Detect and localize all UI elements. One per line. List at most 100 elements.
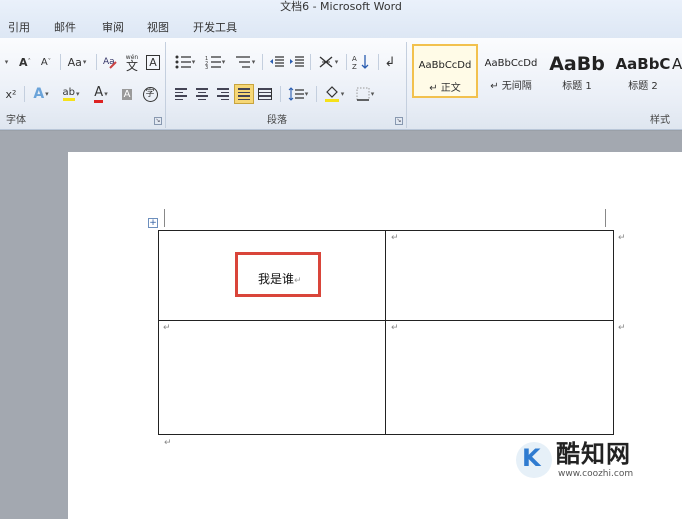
- style-name: ↵ 正文: [429, 83, 461, 94]
- watermark: K 酷知网 www.coozhi.com: [516, 440, 666, 482]
- cell-end-mark: ↵: [391, 233, 399, 243]
- increase-indent-button[interactable]: [288, 52, 306, 72]
- enclose-chars-button[interactable]: 字: [140, 84, 160, 104]
- numbering-icon: 123: [205, 56, 221, 69]
- chinese-layout-button[interactable]: ▾: [314, 52, 342, 72]
- decrease-indent-button[interactable]: [268, 52, 286, 72]
- align-right-icon: [217, 88, 229, 100]
- row-end-mark: ↵: [618, 233, 626, 243]
- font-dialog-launcher[interactable]: ↘: [154, 117, 162, 125]
- bullets-icon: [175, 55, 191, 69]
- style-sample: AaBbC: [615, 55, 671, 73]
- borders-button[interactable]: ▾: [352, 84, 378, 104]
- style-name: 标题 1: [562, 81, 592, 92]
- watermark-title: 酷知网: [556, 440, 631, 468]
- divider: [60, 54, 61, 70]
- clear-format-icon: Aa: [103, 57, 117, 69]
- phonetic-icon: 文: [125, 59, 138, 73]
- change-case-button[interactable]: Aa ▾: [64, 52, 90, 72]
- table[interactable]: 我是谁↵ ↵ ↵ ↵: [158, 230, 614, 435]
- divider: [280, 86, 281, 102]
- styles-gallery: AaBbCcDd ↵ 正文 AaBbCcDd ↵ 无间隔 AaBb 标题 1 A…: [408, 44, 682, 110]
- multilevel-list-icon: [235, 56, 250, 68]
- borders-icon: [356, 87, 370, 101]
- font-group-label: 字体: [6, 115, 26, 126]
- grow-font-button[interactable]: Aˆ: [16, 52, 34, 72]
- justify-icon: [238, 88, 250, 100]
- show-marks-button[interactable]: ↲: [382, 52, 398, 72]
- shrink-font-icon: A: [40, 56, 48, 68]
- table-move-handle-icon[interactable]: +: [148, 218, 158, 228]
- justify-button[interactable]: [234, 84, 254, 104]
- highlight-icon: ab: [62, 87, 75, 101]
- align-left-button[interactable]: [172, 84, 190, 104]
- sort-button[interactable]: AZ: [350, 52, 372, 72]
- line-spacing-icon: [288, 87, 304, 101]
- divider: [310, 54, 311, 70]
- align-left-icon: [175, 88, 187, 100]
- divider: [316, 86, 317, 102]
- char-border-button[interactable]: A: [144, 52, 162, 72]
- enclose-icon: 字: [142, 86, 158, 102]
- cell-end-mark: ↵: [391, 323, 399, 333]
- font-color-icon: A: [94, 85, 104, 103]
- distributed-button[interactable]: [256, 84, 274, 104]
- align-center-icon: [196, 88, 208, 100]
- divider: [262, 54, 263, 70]
- svg-text:Z: Z: [352, 63, 357, 70]
- cell-end-mark: ↵: [163, 323, 171, 333]
- ribbon: ▾ Aˆ Aˇ Aa ▾ Aa wén 文 A x² A ▾ ab ▾ A ▾ A 字 字…: [0, 38, 682, 130]
- line-spacing-button[interactable]: ▾: [284, 84, 312, 104]
- divider: [378, 54, 379, 70]
- row-end-mark: ↵: [618, 323, 626, 333]
- align-center-button[interactable]: [193, 84, 211, 104]
- char-shading-icon: A: [121, 88, 133, 100]
- style-sample: A: [672, 55, 682, 73]
- paragraph-group-label: 段落: [267, 115, 287, 126]
- shading-button[interactable]: ▾: [320, 84, 348, 104]
- align-right-button[interactable]: [214, 84, 232, 104]
- superscript-button[interactable]: x²: [2, 84, 20, 104]
- style-heading-2[interactable]: AaBbC 标题 2: [610, 44, 676, 98]
- watermark-logo-icon: K: [516, 442, 552, 478]
- bullets-button[interactable]: ▾: [172, 52, 198, 72]
- chinese-layout-icon: [319, 56, 333, 68]
- increase-indent-icon: [290, 56, 304, 67]
- paragraph-mark: ↵: [294, 276, 302, 286]
- font-color-button[interactable]: A ▾: [88, 84, 114, 104]
- tab-mailings[interactable]: 邮件: [54, 20, 76, 36]
- text-effects-button[interactable]: A ▾: [28, 84, 54, 104]
- font-size-dropdown[interactable]: ▾: [0, 52, 12, 72]
- multilevel-list-button[interactable]: ▾: [232, 52, 258, 72]
- style-normal[interactable]: AaBbCcDd ↵ 正文: [412, 44, 478, 98]
- divider: [24, 86, 25, 102]
- style-no-spacing[interactable]: AaBbCcDd ↵ 无间隔: [478, 44, 544, 98]
- shrink-font-button[interactable]: Aˇ: [38, 52, 54, 72]
- style-heading-1[interactable]: AaBb 标题 1: [544, 44, 610, 98]
- divider: [346, 54, 347, 70]
- char-border-icon: A: [146, 54, 160, 70]
- margin-corner-mark: [161, 209, 165, 227]
- table-gridline: [385, 231, 386, 434]
- tab-references[interactable]: 引用: [8, 20, 30, 36]
- window-title: 文档6 - Microsoft Word: [280, 0, 402, 13]
- tab-review[interactable]: 审阅: [102, 20, 124, 36]
- title-bar: 文档6 - Microsoft Word 引用 邮件 审阅 视图 开发工具: [0, 0, 682, 38]
- highlight-color-button[interactable]: ab ▾: [58, 84, 84, 104]
- style-sample: AaBbCcDd: [484, 58, 538, 69]
- tab-developer[interactable]: 开发工具: [193, 20, 237, 36]
- style-sample: AaBbCcDd: [418, 60, 472, 71]
- divider: [96, 54, 97, 70]
- char-shading-button[interactable]: A: [118, 84, 136, 104]
- clear-format-button[interactable]: Aa: [100, 52, 120, 72]
- table-cell-text[interactable]: 我是谁↵: [258, 270, 302, 287]
- style-title[interactable]: A: [672, 44, 682, 98]
- paragraph-dialog-launcher[interactable]: ↘: [395, 117, 403, 125]
- distributed-icon: [258, 88, 272, 100]
- sort-icon: AZ: [352, 55, 369, 70]
- phonetic-guide-button[interactable]: wén 文: [122, 52, 142, 72]
- group-divider: [406, 42, 407, 128]
- tab-view[interactable]: 视图: [147, 20, 169, 36]
- numbering-button[interactable]: 1 2 3 ▾: [202, 52, 228, 72]
- svg-text:A: A: [352, 55, 357, 63]
